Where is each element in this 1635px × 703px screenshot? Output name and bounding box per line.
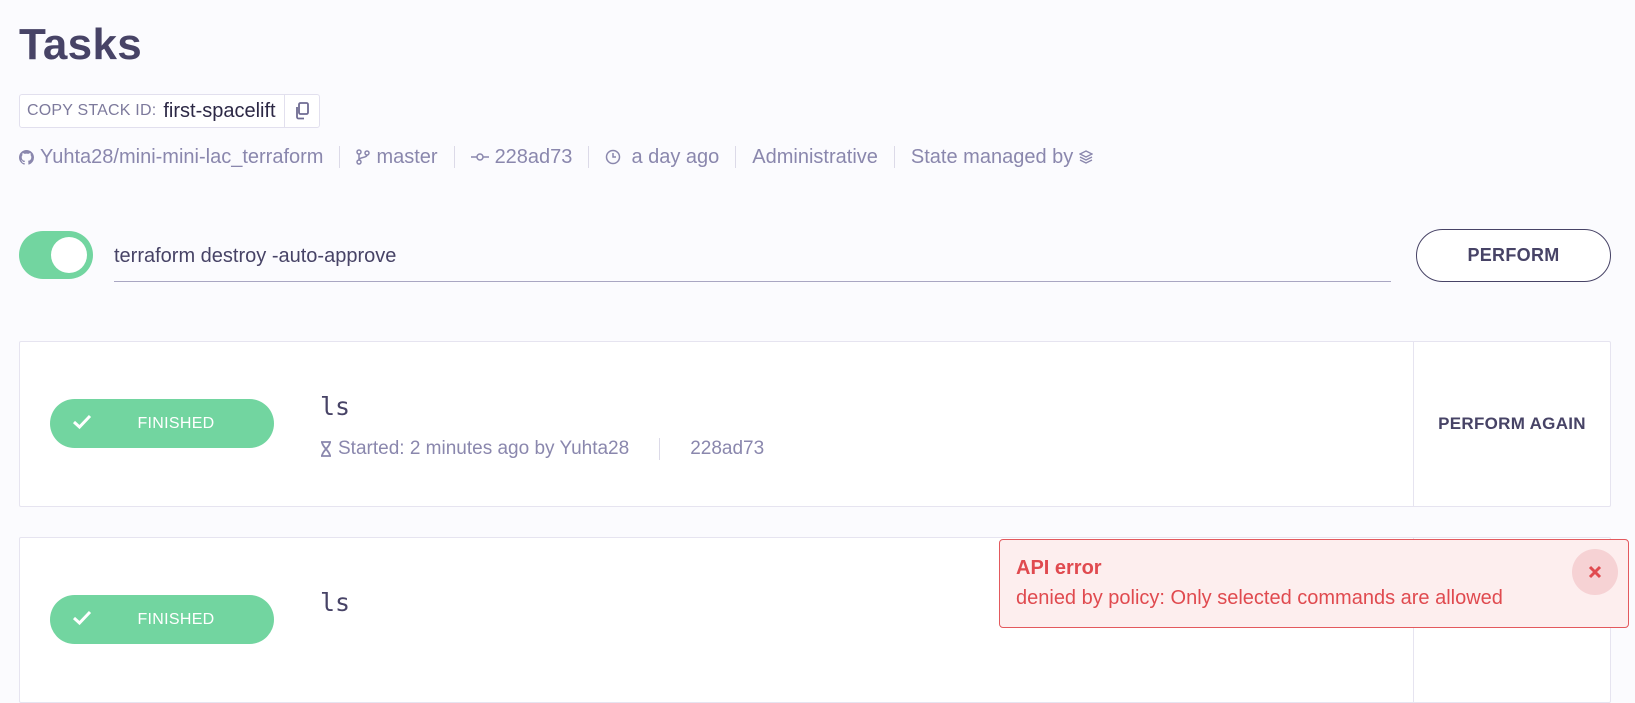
commit-icon bbox=[470, 153, 489, 161]
copy-stack-id-label: COPY STACK ID: bbox=[27, 102, 157, 119]
toggle-knob bbox=[51, 237, 87, 273]
branch-icon bbox=[356, 149, 371, 165]
status-badge: FINISHED bbox=[50, 595, 274, 644]
task-card[interactable]: FINISHED ls Started: 2 minutes ago by Yu… bbox=[19, 341, 1611, 507]
toast-title: API error bbox=[1016, 557, 1102, 579]
branch-name: master bbox=[376, 145, 438, 168]
state-managed-label: State managed by bbox=[910, 145, 1074, 168]
github-icon bbox=[19, 149, 34, 165]
state-managed-item: State managed by bbox=[910, 145, 1094, 169]
command-input[interactable] bbox=[114, 236, 1391, 282]
branch-item: master bbox=[356, 145, 438, 169]
status-label: FINISHED bbox=[137, 610, 215, 628]
repo-link[interactable]: Yuhta28/mini-mini-lac_terraform bbox=[19, 146, 323, 169]
stack-type: Administrative bbox=[752, 145, 878, 168]
commit-hash: 228ad73 bbox=[494, 145, 573, 168]
divider bbox=[893, 146, 895, 168]
hourglass-icon bbox=[321, 441, 331, 457]
spacelift-logo-icon bbox=[1079, 150, 1094, 164]
commit-item[interactable]: 228ad73 bbox=[470, 145, 573, 169]
divider bbox=[735, 146, 737, 168]
toast-close-button[interactable] bbox=[1572, 549, 1618, 595]
perform-again-button[interactable]: PERFORM AGAIN bbox=[1413, 342, 1610, 506]
task-info: Started: 2 minutes ago by Yuhta28 228ad7… bbox=[320, 438, 764, 460]
error-toast: API error denied by policy: Only selecte… bbox=[999, 539, 1629, 628]
time-ago: a day ago bbox=[631, 145, 720, 168]
copy-stack-id-button[interactable] bbox=[283, 95, 319, 127]
task-commit[interactable]: 228ad73 bbox=[690, 438, 764, 460]
divider bbox=[339, 146, 341, 168]
status-badge: FINISHED bbox=[50, 399, 274, 448]
task-toggle[interactable] bbox=[19, 231, 93, 279]
perform-button[interactable]: PERFORM bbox=[1416, 229, 1611, 282]
status-label: FINISHED bbox=[137, 414, 215, 432]
divider bbox=[659, 438, 661, 460]
task-command: ls bbox=[320, 588, 351, 617]
close-icon bbox=[1588, 565, 1602, 579]
divider bbox=[453, 146, 455, 168]
task-started: Started: 2 minutes ago by Yuhta28 bbox=[338, 438, 630, 459]
time-item: a day ago bbox=[605, 146, 719, 169]
repo-name: Yuhta28/mini-mini-lac_terraform bbox=[40, 145, 324, 168]
task-command: ls bbox=[320, 392, 351, 421]
clock-icon bbox=[606, 149, 621, 165]
page-title: Tasks bbox=[19, 20, 142, 69]
stack-meta: Yuhta28/mini-mini-lac_terraform master 2… bbox=[19, 143, 1094, 171]
stack-id-value: first-spacelift bbox=[163, 99, 276, 122]
toast-message: denied by policy: Only selected commands… bbox=[1016, 587, 1503, 609]
divider bbox=[588, 146, 590, 168]
copy-stack-id: COPY STACK ID: first-spacelift bbox=[19, 94, 320, 128]
copy-icon bbox=[295, 102, 309, 120]
